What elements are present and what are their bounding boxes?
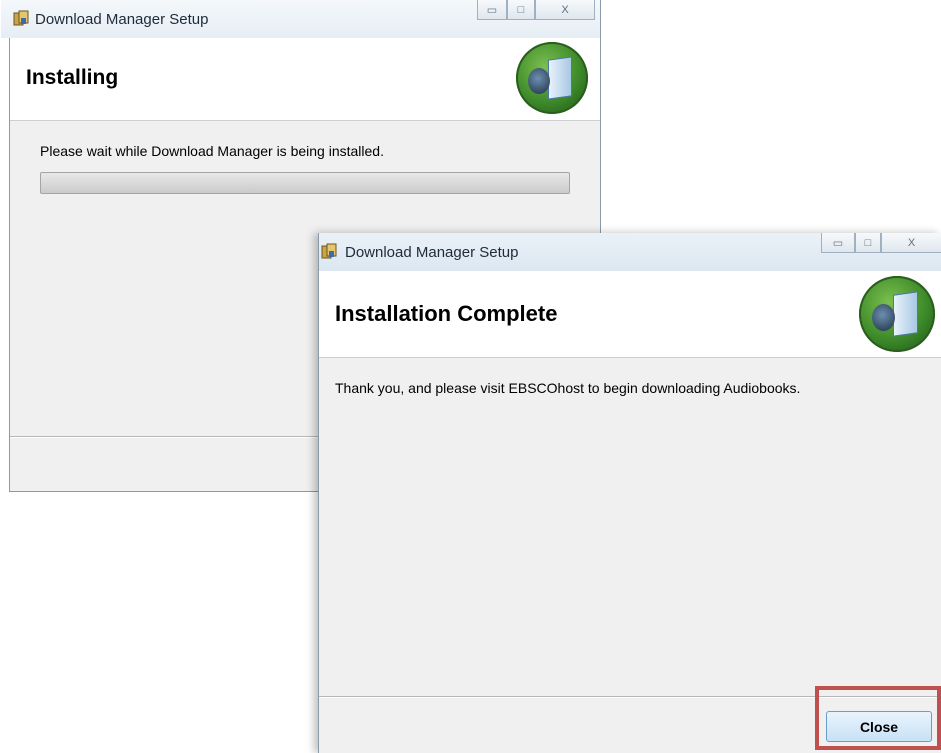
footer-divider — [319, 696, 941, 698]
app-logo-icon — [859, 276, 935, 352]
close-icon: X — [907, 236, 916, 249]
app-logo-icon — [516, 42, 588, 114]
title-bar[interactable]: Download Manager Setup ▭ □ X — [1, 0, 600, 38]
minimize-icon: ▭ — [832, 237, 844, 249]
maximize-button[interactable]: □ — [855, 233, 881, 253]
maximize-button[interactable]: □ — [507, 0, 535, 20]
title-bar[interactable]: Download Manager Setup ▭ □ X — [319, 233, 941, 271]
completion-message: Thank you, and please visit EBSCOhost to… — [335, 380, 801, 396]
close-window-button[interactable]: X — [881, 233, 941, 253]
install-status-message: Please wait while Download Manager is be… — [40, 143, 384, 159]
window-title: Download Manager Setup — [35, 11, 209, 28]
maximize-icon: □ — [517, 3, 525, 16]
window-title: Download Manager Setup — [345, 244, 519, 261]
setup-app-icon — [13, 10, 29, 26]
installing-header: Installing — [10, 38, 600, 121]
page-heading: Installing — [26, 66, 119, 89]
maximize-icon: □ — [864, 236, 872, 249]
minimize-button[interactable]: ▭ — [821, 233, 855, 253]
close-button[interactable]: Close — [826, 711, 932, 742]
setup-app-icon — [321, 243, 337, 259]
minimize-button[interactable]: ▭ — [477, 0, 507, 20]
page-heading: Installation Complete — [335, 301, 558, 326]
minimize-icon: ▭ — [486, 4, 498, 16]
installation-complete-window: Download Manager Setup ▭ □ X Installatio… — [318, 233, 941, 753]
close-icon: X — [561, 3, 569, 16]
install-progress-bar — [40, 172, 570, 194]
complete-header: Installation Complete — [319, 271, 941, 358]
close-window-button[interactable]: X — [535, 0, 595, 20]
